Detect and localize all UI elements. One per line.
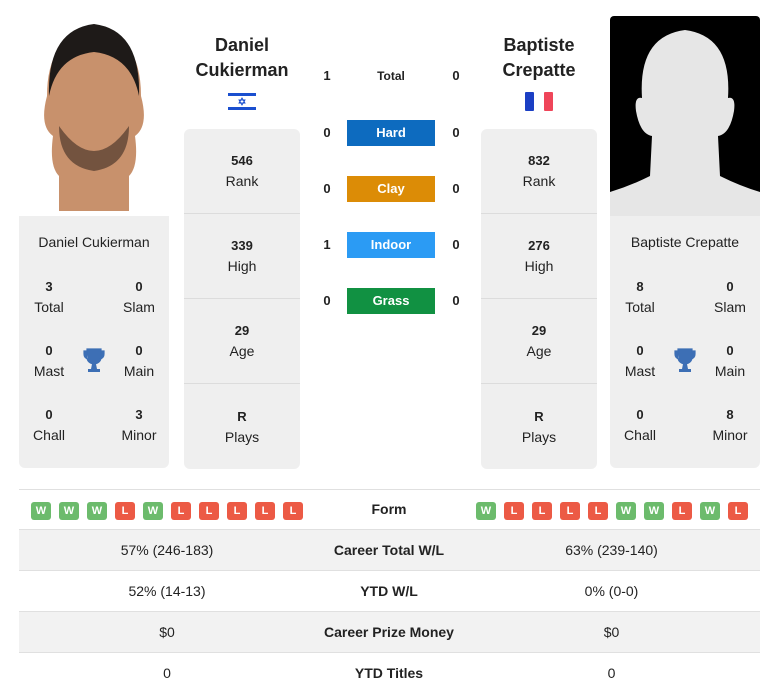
player1-stat-value: $0 [159,624,175,640]
player1-titles-chall: 0 Chall [33,407,65,443]
player1-photo [19,16,169,216]
surface-indoor-badge: Indoor [347,232,435,258]
player2-full-name: Baptiste Crepatte [630,234,740,250]
stat-label: Career Prize Money [324,624,454,640]
form-loss-badge[interactable]: L [199,502,219,520]
surface-grass-badge: Grass [347,288,435,314]
player2-age: 29 Age [481,299,597,384]
h2h-clay-p2: 0 [452,181,460,196]
h2h-total-p1: 1 [323,68,331,83]
israel-flag-icon [228,92,256,111]
form-loss-badge[interactable]: L [588,502,608,520]
player1-stat-value: 0 [163,665,171,681]
stat-label: YTD W/L [360,583,418,599]
stat-row: 52% (14-13) YTD W/L 0% (0-0) [19,571,760,612]
player2-stat-value: 63% (239-140) [565,542,658,558]
form-win-badge[interactable]: W [644,502,664,520]
form-win-badge[interactable]: W [87,502,107,520]
player2-titles-main: 0 Main [714,343,746,379]
h2h-indoor-p1: 1 [323,237,331,252]
player1-stat-value: 57% (246-183) [120,542,214,558]
form-loss-badge[interactable]: L [227,502,247,520]
player2-photo-placeholder [610,16,760,216]
form-loss-badge[interactable]: L [115,502,135,520]
player1-titles-card: Daniel Cukierman 3 Total 0 Slam 0 Mast 0 Mai… [19,216,169,468]
h2h-grass-p2: 0 [452,293,460,308]
h2h-total-p2: 0 [452,68,460,83]
player1-titles-main: 0 Main [123,343,155,379]
form-win-badge[interactable]: W [59,502,79,520]
player1-titles-minor: 3 Minor [121,407,157,443]
player2-titles-slam: 0 Slam [714,279,746,315]
player2-stat-value: 0 [607,665,616,681]
player2-plays: R Plays [521,408,557,445]
h2h-hard-row: 0 Hard 0 [310,120,470,146]
stat-row: 57% (246-183) Career Total W/L 63% (239-… [19,530,760,571]
france-flag-icon [525,92,553,111]
stat-label: YTD Titles [354,665,424,681]
form-win-badge[interactable]: W [700,502,720,520]
player2-stats: 832 Rank 276 High 29 Age R Plays [481,129,597,469]
player2-name-heading[interactable]: Baptiste Crepatte [469,33,609,83]
form-win-badge[interactable]: W [143,502,163,520]
player1-stat-value: 52% (14-13) [128,583,206,599]
player2-titles-chall: 0 Chall [624,407,656,443]
surface-clay-badge: Clay [347,176,435,202]
player1-age: 29 Age [184,299,300,384]
player2-titles-mast: 0 Mast [624,343,656,379]
h2h-total-label: Total [377,69,405,83]
trophy-icon [83,348,105,372]
player2-high: 276 High [481,214,597,299]
player1-stats: 546 Rank 339 High 29 Age R Plays [184,129,300,469]
h2h-hard-p2: 0 [452,125,460,140]
player2-titles-minor: 8 Minor [712,407,748,443]
player1-full-name: Daniel Cukierman [38,234,150,250]
player2-rank: 832 Rank [481,129,597,214]
h2h-grass-p1: 0 [323,293,331,308]
form-loss-badge[interactable]: L [255,502,275,520]
player1-name-heading[interactable]: Daniel Cukierman [172,33,312,83]
h2h-clay-row: 0 Clay 0 [310,176,470,202]
h2h-clay-p1: 0 [323,181,331,196]
form-loss-badge[interactable]: L [504,502,524,520]
h2h-indoor-row: 1 Indoor 0 [310,232,470,258]
trophy-icon [674,348,696,372]
form-loss-badge[interactable]: L [672,502,692,520]
player1-titles-mast: 0 Mast [33,343,65,379]
form-loss-badge[interactable]: L [728,502,748,520]
stat-label: Career Total W/L [333,542,445,558]
player1-titles-slam: 0 Slam [123,279,155,315]
form-win-badge[interactable]: W [616,502,636,520]
player2-stat-value: $0 [603,624,620,640]
stat-row: $0 Career Prize Money $0 [19,612,760,653]
form-row: WWWLWLLLLL Form WLLLLWWLWL [19,489,760,530]
form-win-badge[interactable]: W [31,502,51,520]
h2h-indoor-p2: 0 [452,237,460,252]
h2h-grass-row: 0 Grass 0 [310,288,470,314]
form-win-badge[interactable]: W [476,502,496,520]
h2h-total-row: 1 Total 0 [310,63,470,89]
player2-stat-value: 0% (0-0) [584,583,639,599]
form-loss-badge[interactable]: L [560,502,580,520]
form-label: Form [371,501,407,517]
player2-titles-total: 8 Total [625,279,655,315]
player1-titles-total: 3 Total [34,279,64,315]
player1-plays: R Plays [224,408,260,445]
surface-hard-badge: Hard [347,120,435,146]
player1-high: 339 High [184,214,300,299]
form-loss-badge[interactable]: L [532,502,552,520]
player2-titles-card: Baptiste Crepatte 8 Total 0 Slam 0 Mast 0 Ma… [610,216,760,468]
player1-rank: 546 Rank [184,129,300,214]
stat-row: 0 YTD Titles 0 [19,653,760,694]
form-loss-badge[interactable]: L [283,502,303,520]
h2h-hard-p1: 0 [323,125,331,140]
form-loss-badge[interactable]: L [171,502,191,520]
